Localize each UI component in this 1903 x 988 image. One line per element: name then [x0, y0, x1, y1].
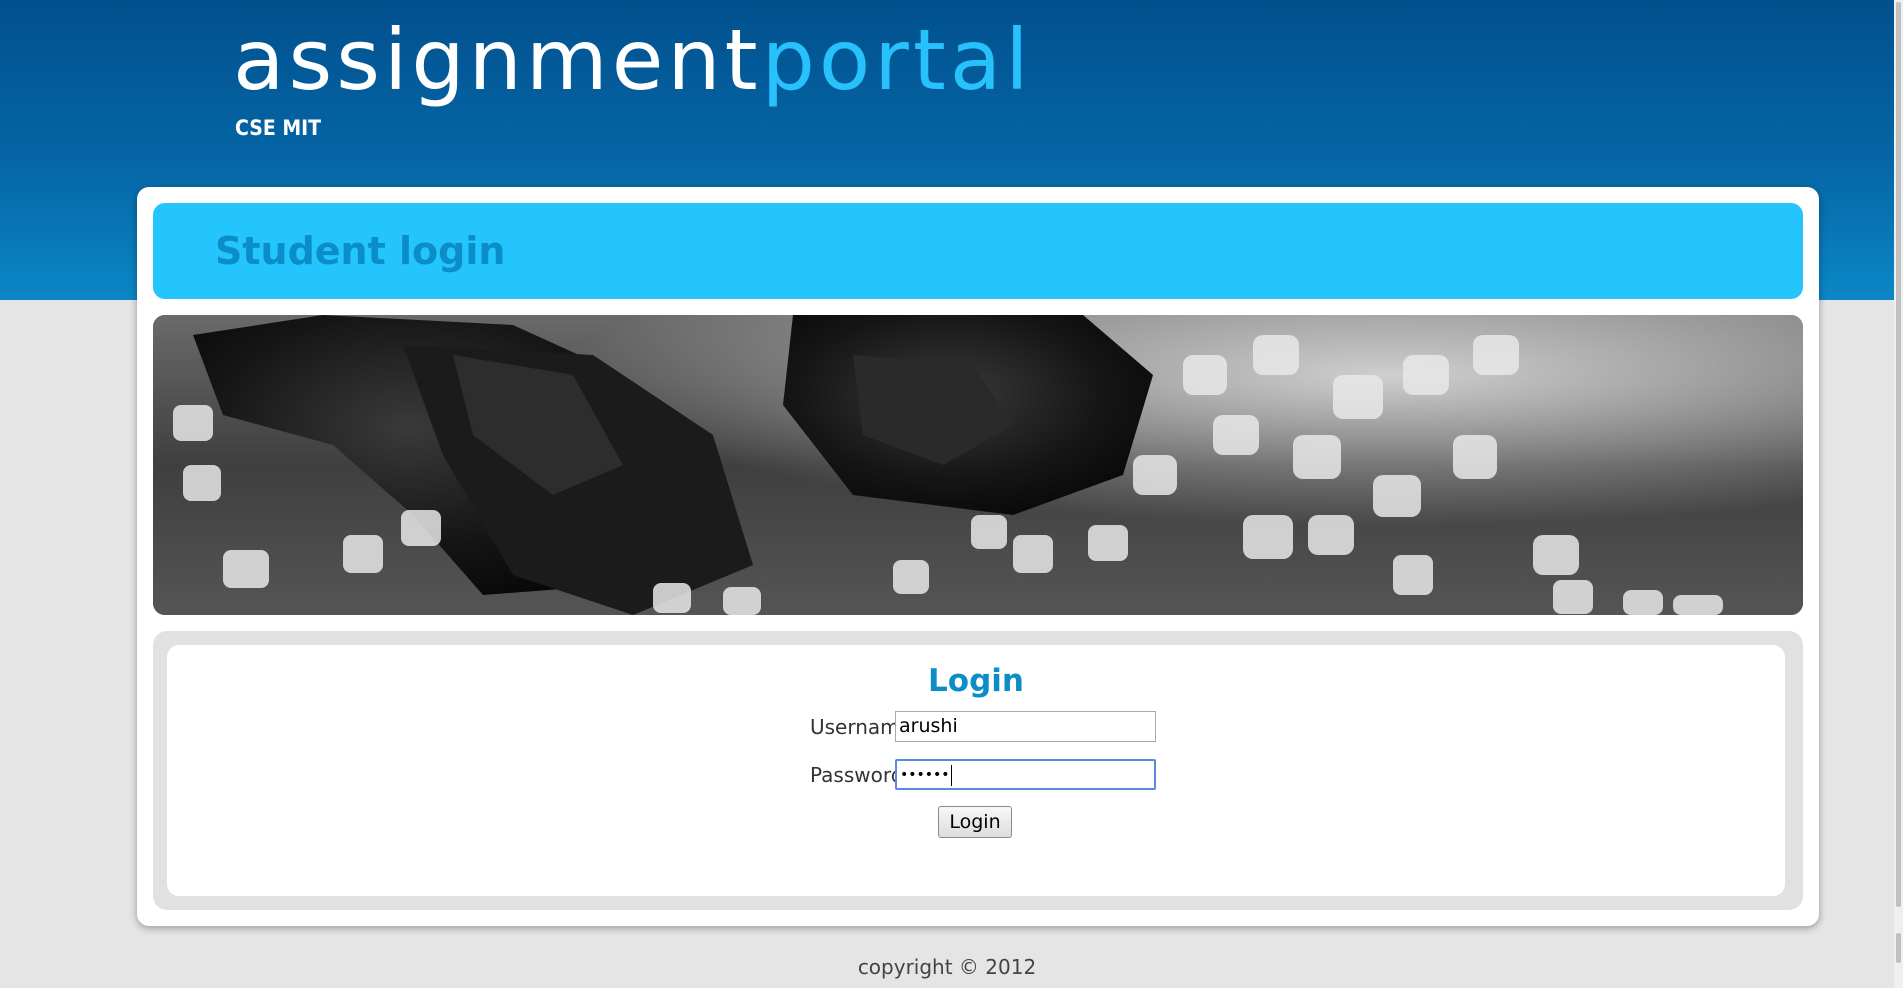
site-title-part1: assignment [233, 11, 762, 109]
text-caret [950, 764, 952, 786]
copyright-footer: copyright © 2012 [857, 955, 1037, 979]
page-heading-bar: Student login [153, 203, 1803, 299]
password-input[interactable]: •••••• [895, 759, 1156, 790]
login-title: Login [928, 663, 1024, 699]
login-button[interactable]: Login [938, 806, 1012, 838]
site-subtitle: CSE MIT [235, 116, 322, 140]
site-title: assignmentportal [233, 10, 1033, 110]
scrollbar-lower-thumb[interactable] [1896, 933, 1901, 963]
username-input[interactable]: arushi [895, 711, 1156, 742]
vertical-scrollbar[interactable] [1894, 0, 1903, 988]
password-masked-value: •••••• [900, 767, 950, 783]
password-label: Password [810, 763, 904, 787]
banner-photo [153, 315, 1803, 615]
main-panel: Student login Login Username arushi Pass… [137, 187, 1819, 926]
login-section: Login Username arushi Password •••••• Lo… [153, 631, 1803, 910]
page-heading: Student login [215, 229, 506, 273]
login-form: Login Username arushi Password •••••• Lo… [167, 645, 1785, 896]
site-title-part2: portal [761, 11, 1033, 109]
banner-image [153, 315, 1803, 615]
scrollbar-thumb[interactable] [1896, 2, 1901, 907]
